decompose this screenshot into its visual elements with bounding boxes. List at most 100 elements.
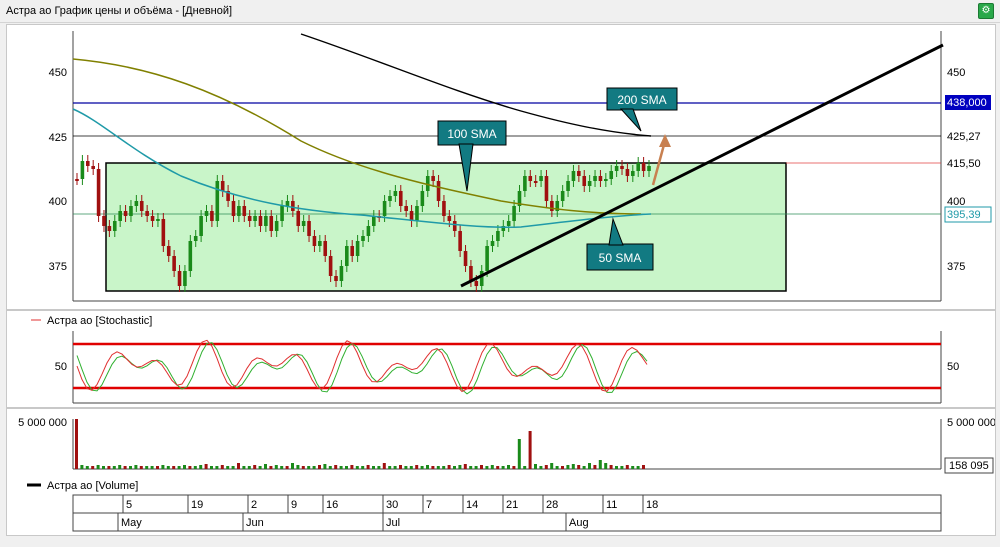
chart-settings-icon[interactable]: ⚙ [978,3,994,19]
candle-body [85,161,90,166]
volume-pane[interactable]: 5 000 000 5 000 000 158 095 Астра ао [Vo… [6,408,996,536]
candle-body [183,271,187,286]
volume-bar [264,464,267,469]
candle-body [199,216,203,236]
volume-bar [274,465,278,469]
candle-body [220,181,225,191]
candle-body [593,176,597,181]
candle-body [490,241,495,246]
volume-bar [420,466,424,469]
candle-body [328,256,333,276]
candle-body [280,206,284,221]
volume-bar [544,465,548,469]
candle-body [242,206,247,216]
callout-sma200: 200 SMA [606,87,678,132]
day-label: 2 [251,499,257,511]
volume-bar [220,465,224,469]
candle-body [339,266,344,281]
volume-bar [463,464,467,469]
volume-bar [550,463,554,469]
volume-bar [415,465,419,469]
price-tag-425: 425,27 [947,131,981,143]
volume-bar [388,466,392,469]
volume-bar [512,466,516,469]
volume-bar [328,466,332,469]
candle-body [258,216,263,226]
candle-body [361,236,365,241]
volume-bar [312,466,316,469]
volume-bar [285,466,289,469]
volume-chart[interactable]: 5 000 000 5 000 000 158 095 Астра ао [Vo… [7,409,996,535]
volume-bar [118,465,122,469]
volume-bar [571,464,575,469]
volume-bar [123,466,127,469]
candle-body [398,191,403,206]
candle-body [75,179,79,181]
candle-body [96,169,101,216]
candle-body [598,176,603,181]
stochastic-pane[interactable]: Астра ао [Stochastic] 50 50 [6,310,996,408]
candle-body [474,281,479,286]
candle-body [447,216,452,221]
volume-bar [577,465,581,469]
volume-bar [75,419,78,469]
volume-bar [296,465,300,469]
volume-bar [393,466,397,469]
stoch-k-line [76,339,648,393]
volume-bar [480,465,483,469]
volume-bar [334,465,338,469]
volume-bar [156,466,159,469]
volume-bar [193,466,197,469]
volume-bar [129,466,132,469]
volume-bar [172,466,176,469]
price-tag-last-label: 415,50 [947,158,981,170]
volume-bar [139,466,143,469]
month-label: Jun [246,517,264,529]
candle-body [193,236,198,241]
price-chart[interactable]: 450 425 400 375 450 400 375 200 SMA 100 … [7,25,995,309]
callout-sma100-label: 100 SMA [447,127,496,141]
candle-body [436,181,441,201]
volume-bar [372,466,375,469]
volume-bar [582,466,586,469]
volume-bar [399,465,402,469]
volume-bar [96,465,100,469]
y-tick-label: 375 [49,261,67,273]
candle-body [512,206,516,221]
volume-bar [231,466,235,469]
candle-body [388,196,392,201]
candle-body [134,201,139,206]
volume-bar [496,466,500,469]
candle-body [345,246,349,266]
price-tag-438: 438,000 [945,95,991,110]
volume-bar [615,466,618,469]
y-tick-label: 450 [49,67,67,79]
candle-body [382,201,387,216]
volume-bar [80,465,84,469]
candle-body [237,206,241,216]
candle-body [204,211,209,216]
candle-body [253,216,257,221]
y-tick-label-right: 400 [947,196,965,208]
candle-body [355,241,360,256]
candle-body [485,246,489,271]
volume-bar [436,466,440,469]
candle-body [452,221,457,231]
volume-bar [258,466,262,469]
stochastic-chart[interactable]: Астра ао [Stochastic] 50 50 [7,311,995,407]
price-left-ticks: 450 425 400 375 [49,67,67,273]
candle-body [123,211,128,216]
volume-bar [85,466,89,469]
volume-bar [210,466,213,469]
price-pane[interactable]: 450 425 400 375 450 400 375 200 SMA 100 … [6,24,996,310]
candle-body [334,276,338,281]
volume-bar [339,466,343,469]
day-label: 7 [426,499,432,511]
candle-body [269,216,274,231]
volume-bar [226,466,230,469]
candle-body [550,201,554,211]
volume-bar [566,465,570,469]
day-label: 28 [546,499,558,511]
candle-body [533,181,538,183]
candle-body [404,206,408,211]
